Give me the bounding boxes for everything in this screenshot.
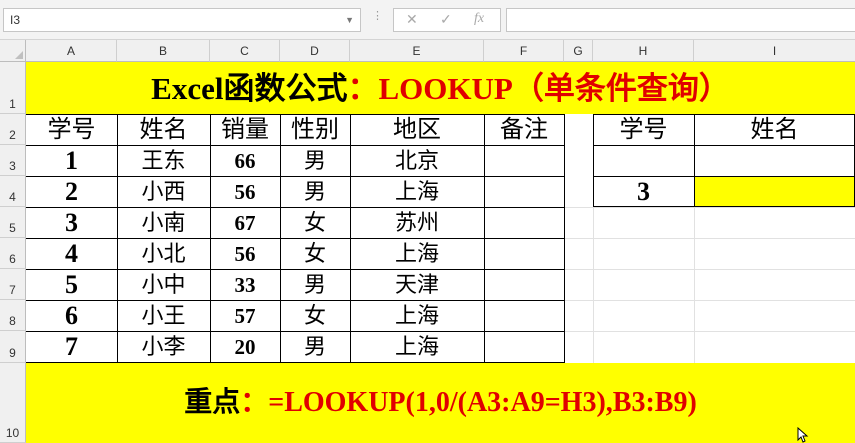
cell-name[interactable]: 王东 xyxy=(117,146,210,176)
gridline xyxy=(564,238,855,239)
formula-note: 重点：=LOOKUP(1,0/(A3:A9=H3),B3:B9) xyxy=(26,363,855,443)
cell-region[interactable]: 上海 xyxy=(350,301,484,331)
cell-sales[interactable]: 67 xyxy=(210,208,280,238)
gridline xyxy=(564,331,855,332)
column-header-i[interactable]: I xyxy=(694,40,855,62)
cell-id[interactable]: 7 xyxy=(26,332,117,362)
select-all-button[interactable] xyxy=(0,40,26,62)
formula-input[interactable] xyxy=(506,8,855,32)
cell-name[interactable]: 小北 xyxy=(117,239,210,269)
table-border xyxy=(564,114,565,363)
cell-sales[interactable]: 66 xyxy=(210,146,280,176)
column-header-b[interactable]: B xyxy=(117,40,210,62)
formula-toolbar: I3 ▼ ⋮ ✕ ✓ fx xyxy=(0,0,855,40)
cell-id[interactable]: 2 xyxy=(26,177,117,207)
column-header-a[interactable]: A xyxy=(26,40,117,62)
cell-note[interactable] xyxy=(484,301,564,331)
cell-region[interactable]: 上海 xyxy=(350,239,484,269)
title-part-2: ：LOOKUP（单条件查询） xyxy=(347,71,730,106)
column-header-g[interactable]: G xyxy=(564,40,593,62)
lookup-header-id[interactable]: 学号 xyxy=(593,115,694,145)
cell-sales[interactable]: 33 xyxy=(210,270,280,300)
cell-note[interactable] xyxy=(484,239,564,269)
cell-gender[interactable]: 女 xyxy=(280,301,350,331)
row-header-4[interactable]: 4 xyxy=(0,176,26,207)
footer-part-2: ：=LOOKUP(1,0/(A3:A9=H3),B3:B9) xyxy=(240,387,697,418)
cell-note[interactable] xyxy=(484,146,564,176)
enter-icon[interactable]: ✓ xyxy=(440,11,452,28)
insert-function-icon[interactable]: fx xyxy=(474,11,484,27)
cell-gender[interactable]: 男 xyxy=(280,146,350,176)
footer-part-1: 重点 xyxy=(184,387,241,418)
cell-name[interactable]: 小西 xyxy=(117,177,210,207)
toolbar-separator-icon: ⋮ xyxy=(372,10,383,22)
formula-actions: ✕ ✓ fx xyxy=(393,8,501,32)
chevron-down-icon[interactable]: ▼ xyxy=(345,9,354,31)
page-title: Excel函数公式：LOOKUP（单条件查询） xyxy=(26,63,855,114)
gridline xyxy=(564,269,855,270)
cell-id[interactable]: 5 xyxy=(26,270,117,300)
header-id[interactable]: 学号 xyxy=(26,115,117,145)
header-name[interactable]: 姓名 xyxy=(117,115,210,145)
lookup-value-id[interactable]: 3 xyxy=(593,177,694,207)
lookup-header-name[interactable]: 姓名 xyxy=(694,115,855,145)
gridline xyxy=(564,207,855,208)
header-gender[interactable]: 性别 xyxy=(280,115,350,145)
title-part-1: Excel函数公式 xyxy=(151,71,348,106)
column-header-e[interactable]: E xyxy=(350,40,484,62)
cell-note[interactable] xyxy=(484,270,564,300)
header-note[interactable]: 备注 xyxy=(484,115,564,145)
name-box[interactable]: I3 ▼ xyxy=(3,8,361,32)
cell-note[interactable] xyxy=(484,332,564,362)
header-region[interactable]: 地区 xyxy=(350,115,484,145)
cell-gender[interactable]: 男 xyxy=(280,332,350,362)
lookup-border xyxy=(593,145,855,146)
cell-id[interactable]: 3 xyxy=(26,208,117,238)
name-box-value: I3 xyxy=(10,13,21,27)
row-header-2[interactable]: 2 xyxy=(0,114,26,145)
cell-sales[interactable]: 57 xyxy=(210,301,280,331)
cell-gender[interactable]: 女 xyxy=(280,239,350,269)
row-header-8[interactable]: 8 xyxy=(0,300,26,331)
mouse-cursor-icon xyxy=(797,427,809,443)
cell-region[interactable]: 上海 xyxy=(350,177,484,207)
cell-sales[interactable]: 56 xyxy=(210,239,280,269)
cell-gender[interactable]: 女 xyxy=(280,208,350,238)
spreadsheet-grid: A B C D E F G H I 1 2 3 4 5 6 7 8 9 10 E… xyxy=(0,40,855,443)
column-header-h[interactable]: H xyxy=(593,40,694,62)
row-header-7[interactable]: 7 xyxy=(0,269,26,300)
column-header-d[interactable]: D xyxy=(280,40,350,62)
column-header-f[interactable]: F xyxy=(484,40,564,62)
cell-id[interactable]: 4 xyxy=(26,239,117,269)
cell-name[interactable]: 小南 xyxy=(117,208,210,238)
cell-id[interactable]: 6 xyxy=(26,301,117,331)
row-header-5[interactable]: 5 xyxy=(0,207,26,238)
cancel-icon[interactable]: ✕ xyxy=(406,11,418,28)
cell-note[interactable] xyxy=(484,208,564,238)
cell-sales[interactable]: 20 xyxy=(210,332,280,362)
cell-name[interactable]: 小中 xyxy=(117,270,210,300)
row-header-3[interactable]: 3 xyxy=(0,145,26,176)
cell-name[interactable]: 小李 xyxy=(117,332,210,362)
lookup-value-name[interactable] xyxy=(694,177,855,207)
row-header-1[interactable]: 1 xyxy=(0,62,26,114)
cell-gender[interactable]: 男 xyxy=(280,177,350,207)
cell-gender[interactable]: 男 xyxy=(280,270,350,300)
cell-region[interactable]: 苏州 xyxy=(350,208,484,238)
row-header-6[interactable]: 6 xyxy=(0,238,26,269)
row-header-10[interactable]: 10 xyxy=(0,363,26,443)
cell-id[interactable]: 1 xyxy=(26,146,117,176)
column-header-c[interactable]: C xyxy=(210,40,280,62)
cell-region[interactable]: 上海 xyxy=(350,332,484,362)
cell-sales[interactable]: 56 xyxy=(210,177,280,207)
cell-name[interactable]: 小王 xyxy=(117,301,210,331)
cell-region[interactable]: 天津 xyxy=(350,270,484,300)
cell-region[interactable]: 北京 xyxy=(350,146,484,176)
cell-note[interactable] xyxy=(484,177,564,207)
gridline xyxy=(564,300,855,301)
row-header-9[interactable]: 9 xyxy=(0,331,26,363)
header-sales[interactable]: 销量 xyxy=(210,115,280,145)
